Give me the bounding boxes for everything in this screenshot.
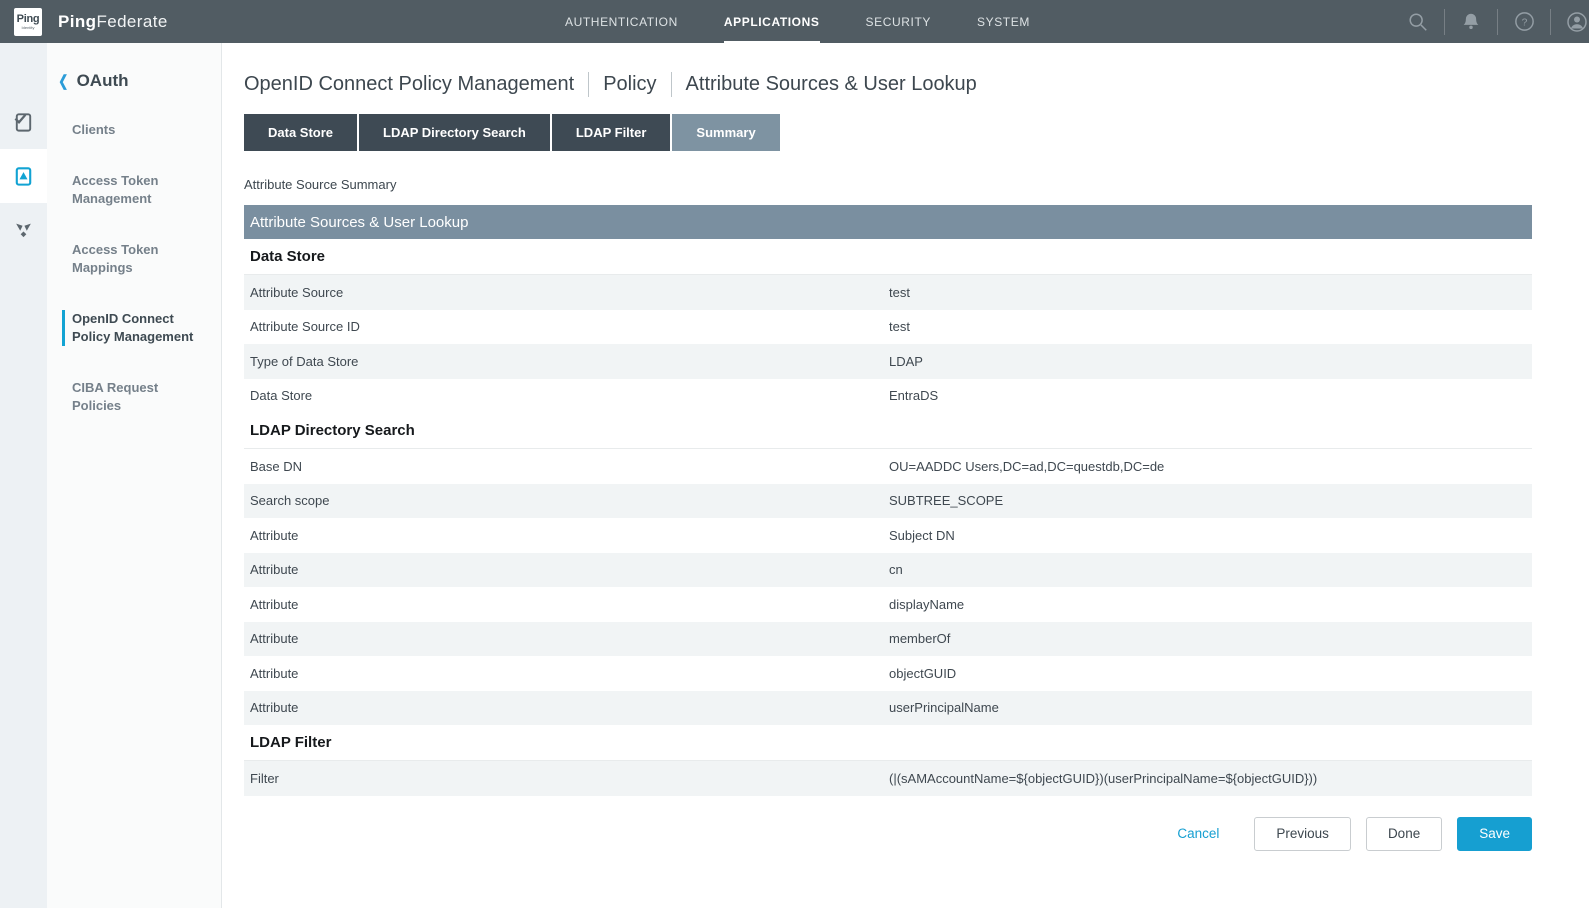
row-label: Type of Data Store <box>244 354 889 369</box>
sidebar: ❮ OAuth Clients Access Token Management Ac… <box>47 43 222 908</box>
product-name: PingFederate <box>58 12 168 32</box>
table-banner: Attribute Sources & User Lookup <box>244 205 1532 239</box>
table-body: Data StoreAttribute SourcetestAttribute … <box>244 239 1532 796</box>
account-icon[interactable] <box>1551 0 1589 43</box>
tab-data-store[interactable]: Data Store <box>244 114 357 151</box>
table-row: AttributedisplayName <box>244 587 1532 622</box>
help-icon[interactable]: ? <box>1498 0 1550 43</box>
topbar-nav: AUTHENTICATION APPLICATIONS SECURITY SYSTEM <box>565 0 1030 43</box>
breadcrumb-separator <box>588 72 589 97</box>
table-row: AttributeuserPrincipalName <box>244 691 1532 726</box>
row-value: Subject DN <box>889 528 1532 543</box>
summary-table: Attribute Sources & User Lookup Data Sto… <box>244 205 1532 796</box>
nav-system[interactable]: SYSTEM <box>977 0 1030 43</box>
sidebar-item-access-token-mappings[interactable]: Access Token Mappings <box>62 241 209 277</box>
breadcrumb-part: Attribute Sources & User Lookup <box>686 73 977 96</box>
row-value: cn <box>889 562 1532 577</box>
row-value: test <box>889 319 1532 334</box>
row-label: Filter <box>244 771 889 786</box>
row-value: objectGUID <box>889 666 1532 681</box>
row-value: SUBTREE_SCOPE <box>889 493 1532 508</box>
icon-rail <box>0 43 47 908</box>
row-value: userPrincipalName <box>889 700 1532 715</box>
row-value: LDAP <box>889 354 1532 369</box>
ping-logo-subtext: Identity <box>22 26 35 30</box>
nav-applications[interactable]: APPLICATIONS <box>724 0 820 43</box>
cancel-button[interactable]: Cancel <box>1177 826 1219 841</box>
svg-text:?: ? <box>1521 17 1527 29</box>
product-name-light: Federate <box>96 12 167 31</box>
row-value: test <box>889 285 1532 300</box>
tab-ldap-directory-search[interactable]: LDAP Directory Search <box>359 114 550 151</box>
ping-logo-text: Ping <box>17 14 40 25</box>
table-row: Base DNOU=AADDC Users,DC=ad,DC=questdb,D… <box>244 449 1532 484</box>
tab-ldap-filter[interactable]: LDAP Filter <box>552 114 671 151</box>
row-value: EntraDS <box>889 388 1532 403</box>
authentication-icon[interactable] <box>0 95 47 149</box>
breadcrumb-separator <box>671 72 672 97</box>
table-row: Attribute Source IDtest <box>244 310 1532 345</box>
table-row: AttributeSubject DN <box>244 518 1532 553</box>
sidebar-items: Clients Access Token Management Access Tok… <box>57 121 209 415</box>
table-row: Search scopeSUBTREE_SCOPE <box>244 484 1532 519</box>
nav-authentication[interactable]: AUTHENTICATION <box>565 0 678 43</box>
sidebar-header-label: OAuth <box>77 71 129 91</box>
table-row: Type of Data StoreLDAP <box>244 344 1532 379</box>
topbar: Ping Identity PingFederate AUTHENTICATIO… <box>0 0 1589 43</box>
breadcrumb-part: Policy <box>603 73 656 96</box>
row-label: Attribute Source <box>244 285 889 300</box>
section-heading-data-store: Data Store <box>244 239 1532 275</box>
row-label: Attribute <box>244 631 889 646</box>
row-label: Attribute <box>244 597 889 612</box>
done-button[interactable]: Done <box>1366 817 1442 851</box>
breadcrumb: OpenID Connect Policy Management Policy … <box>244 72 1532 97</box>
table-row: Data StoreEntraDS <box>244 379 1532 414</box>
nav-security[interactable]: SECURITY <box>866 0 931 43</box>
table-row: Filter(|(sAMAccountName=${objectGUID})(u… <box>244 761 1532 796</box>
table-row: AttributememberOf <box>244 622 1532 657</box>
sidebar-item-clients[interactable]: Clients <box>62 121 209 139</box>
row-label: Data Store <box>244 388 889 403</box>
applications-icon[interactable] <box>0 149 47 203</box>
row-value: memberOf <box>889 631 1532 646</box>
ping-logo: Ping Identity <box>14 8 42 36</box>
chevron-left-icon: ❮ <box>58 72 68 90</box>
row-label: Attribute <box>244 700 889 715</box>
summary-label: Attribute Source Summary <box>244 177 1532 192</box>
table-row: Attributecn <box>244 553 1532 588</box>
save-button[interactable]: Save <box>1457 817 1532 851</box>
row-label: Attribute <box>244 666 889 681</box>
notifications-icon[interactable] <box>1445 0 1497 43</box>
step-tabs: Data StoreLDAP Directory SearchLDAP Filt… <box>244 114 1532 151</box>
table-row: AttributeobjectGUID <box>244 656 1532 691</box>
table-row: Attribute Sourcetest <box>244 275 1532 310</box>
row-value: (|(sAMAccountName=${objectGUID})(userPri… <box>889 771 1532 786</box>
sidebar-item-ciba-request-policies[interactable]: CIBA Request Policies <box>62 379 209 415</box>
topbar-icons: ? <box>1392 0 1589 43</box>
sidebar-back-oauth[interactable]: ❮ OAuth <box>57 71 209 91</box>
section-heading-ldap-filter: LDAP Filter <box>244 725 1532 761</box>
row-value: OU=AADDC Users,DC=ad,DC=questdb,DC=de <box>889 459 1532 474</box>
row-label: Attribute Source ID <box>244 319 889 334</box>
row-label: Attribute <box>244 562 889 577</box>
footer-actions: Cancel Previous Done Save <box>244 817 1532 863</box>
row-label: Base DN <box>244 459 889 474</box>
product-name-bold: Ping <box>58 12 96 31</box>
main-content: OpenID Connect Policy Management Policy … <box>222 43 1589 908</box>
search-icon[interactable] <box>1392 0 1444 43</box>
sidebar-item-access-token-management[interactable]: Access Token Management <box>62 172 209 208</box>
oauth-icon[interactable] <box>0 203 47 257</box>
row-value: displayName <box>889 597 1532 612</box>
previous-button[interactable]: Previous <box>1254 817 1351 851</box>
row-label: Search scope <box>244 493 889 508</box>
sidebar-item-openid-connect-policy-management[interactable]: OpenID Connect Policy Management <box>62 310 209 346</box>
breadcrumb-part: OpenID Connect Policy Management <box>244 73 574 96</box>
tab-summary[interactable]: Summary <box>672 114 779 151</box>
row-label: Attribute <box>244 528 889 543</box>
section-heading-ldap-directory-search: LDAP Directory Search <box>244 413 1532 449</box>
